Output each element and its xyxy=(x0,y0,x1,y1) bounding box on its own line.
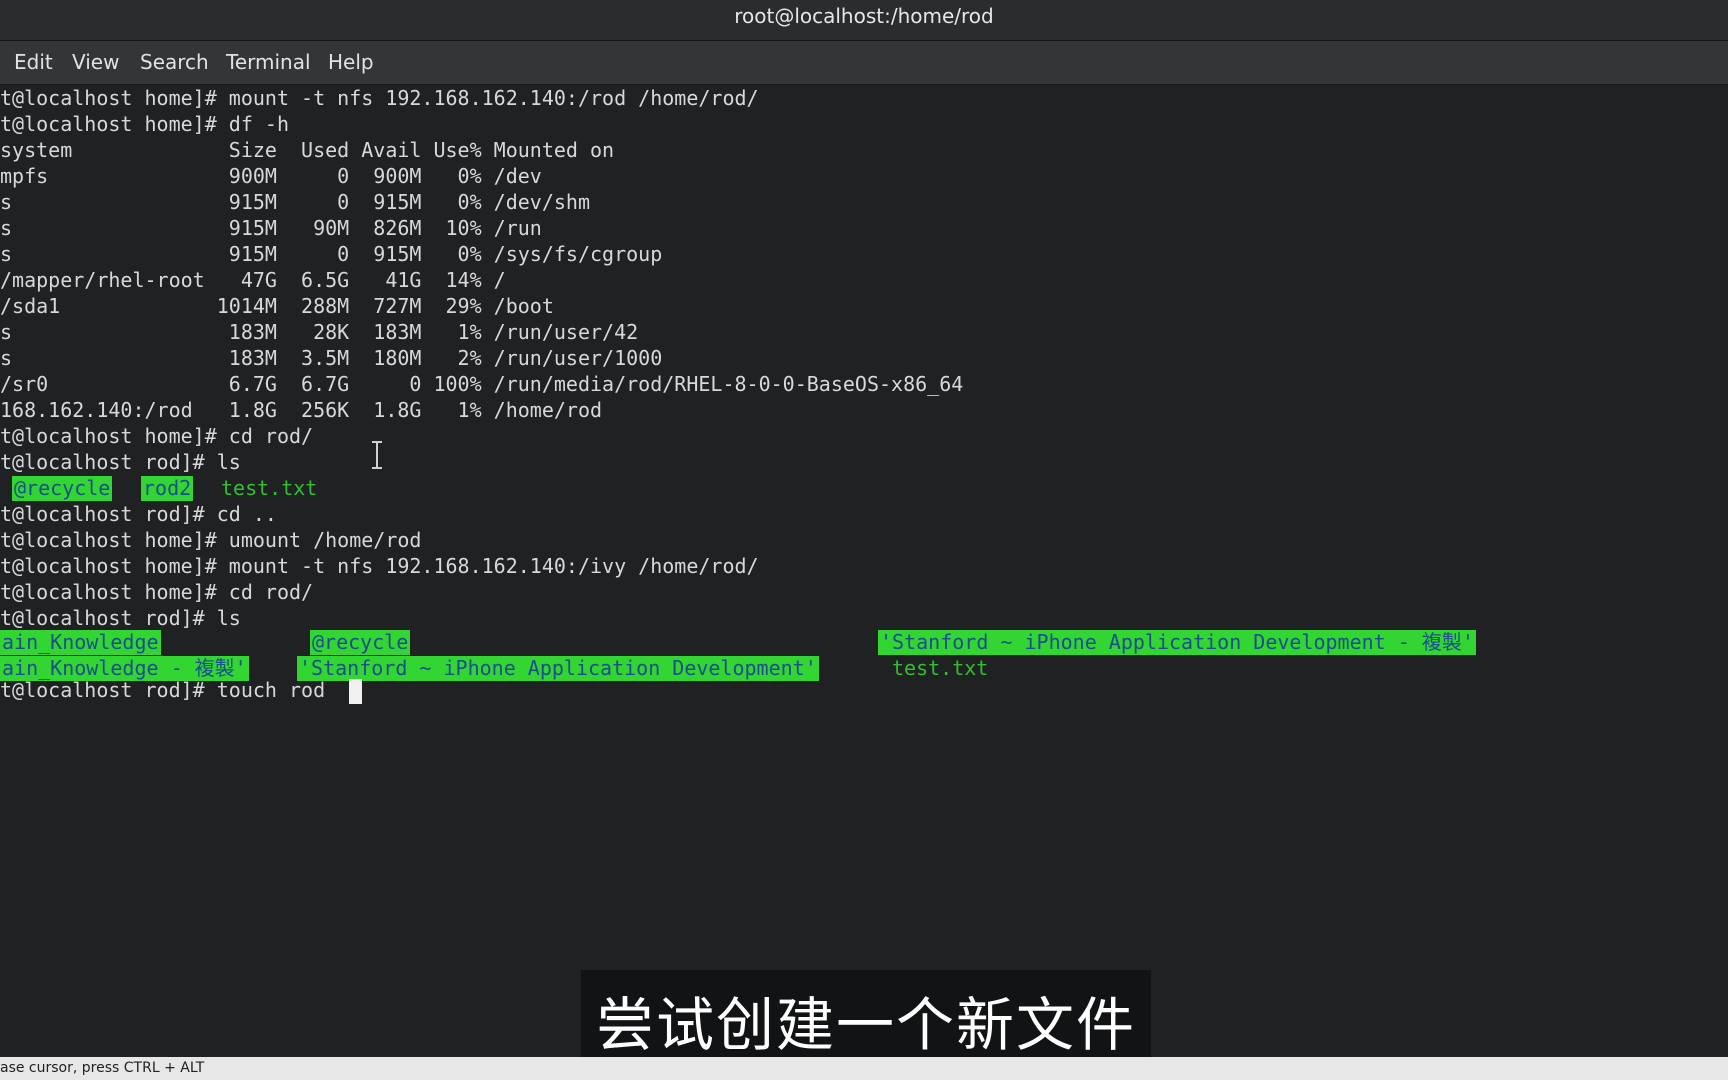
terminal-prompt-line: t@localhost rod]# touch rod xyxy=(0,678,326,702)
terminal-line: t@localhost rod]# cd .. xyxy=(0,502,277,526)
ls-entry-recycle: @recycle xyxy=(310,630,411,655)
terminal-line: mpfs 900M 0 900M 0% /dev xyxy=(0,164,542,188)
terminal-line: system Size Used Avail Use% Mounted on xyxy=(0,138,615,162)
menu-bar: Edit View Search Terminal Help xyxy=(0,41,1728,85)
status-text: ase cursor, press CTRL + ALT xyxy=(0,1060,205,1076)
terminal-line: t@localhost home]# umount /home/rod xyxy=(0,528,422,552)
status-bar: ase cursor, press CTRL + ALT xyxy=(0,1057,1728,1080)
terminal-line: t@localhost home]# mount -t nfs 192.168.… xyxy=(0,554,759,578)
terminal-line: t@localhost rod]# ls xyxy=(0,450,241,474)
menu-terminal[interactable]: Terminal xyxy=(226,50,311,74)
terminal-output[interactable]: t@localhost home]# mount -t nfs 192.168.… xyxy=(0,85,1728,1055)
ls-entry-stanford-copy: 'Stanford ~ iPhone Application Developme… xyxy=(878,630,1476,655)
text-cursor xyxy=(349,679,362,704)
ls-entry-recycle: @recycle xyxy=(12,476,113,501)
video-subtitle: 尝试创建一个新文件 xyxy=(581,970,1151,1059)
terminal-line: s 915M 0 915M 0% /sys/fs/cgroup xyxy=(0,242,663,266)
ls-entry-test: test.txt xyxy=(221,476,318,500)
terminal-line: /sda1 1014M 288M 727M 29% /boot xyxy=(0,294,554,318)
terminal-line: /sr0 6.7G 6.7G 0 100% /run/media/rod/RHE… xyxy=(0,372,964,396)
menu-search[interactable]: Search xyxy=(140,50,209,74)
menu-help[interactable]: Help xyxy=(328,50,374,74)
terminal-line: 168.162.140:/rod 1.8G 256K 1.8G 1% /home… xyxy=(0,398,603,422)
terminal-line: s 183M 28K 183M 1% /run/user/42 xyxy=(0,320,639,344)
menu-view[interactable]: View xyxy=(72,50,119,74)
terminal-line: t@localhost home]# mount -t nfs 192.168.… xyxy=(0,86,759,110)
terminal-line: t@localhost home]# cd rod/ xyxy=(0,424,314,448)
menu-edit[interactable]: Edit xyxy=(14,50,53,74)
subtitle-text: 尝试创建一个新文件 xyxy=(595,991,1136,1059)
terminal-line: s 183M 3.5M 180M 2% /run/user/1000 xyxy=(0,346,663,370)
ls-entry-test: test.txt xyxy=(892,656,989,680)
terminal-line: /mapper/rhel-root 47G 6.5G 41G 14% / xyxy=(0,268,506,292)
terminal-line: t@localhost rod]# ls xyxy=(0,606,241,630)
window-title: root@localhost:/home/rod xyxy=(734,4,994,28)
terminal-line: s 915M 0 915M 0% /dev/shm xyxy=(0,190,591,214)
ls-entry-stanford: 'Stanford ~ iPhone Application Developme… xyxy=(297,656,819,681)
ibeam-cursor-icon xyxy=(372,441,382,469)
terminal-line: s 915M 90M 826M 10% /run xyxy=(0,216,542,240)
ls-entry-knowledge: ain_Knowledge xyxy=(0,630,161,655)
terminal-line: t@localhost home]# cd rod/ xyxy=(0,580,314,604)
title-bar: root@localhost:/home/rod xyxy=(0,0,1728,41)
terminal-line: t@localhost home]# df -h xyxy=(0,112,289,136)
ls-entry-rod2: rod2 xyxy=(141,476,194,501)
